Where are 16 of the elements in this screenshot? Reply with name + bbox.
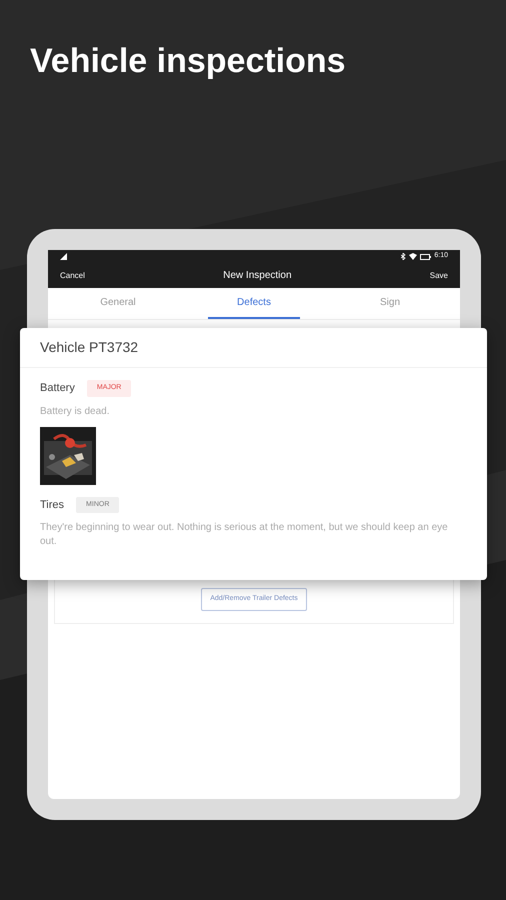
bluetooth-icon xyxy=(401,253,406,260)
save-button[interactable]: Save xyxy=(430,270,448,282)
signal-icon xyxy=(60,253,67,260)
defect-name: Battery xyxy=(40,381,75,396)
wifi-icon xyxy=(409,253,418,260)
screen-title: New Inspection xyxy=(223,269,292,283)
defect-note: They're beginning to wear out. Nothing is serious at the moment, but we should keep an eye out. xyxy=(40,521,449,549)
battery-icon xyxy=(420,254,432,260)
card-title: Vehicle PT3732 xyxy=(40,338,138,357)
tab[interactable]: General xyxy=(72,288,164,318)
headline: Vehicle inspections xyxy=(30,41,346,82)
tab[interactable]: Defects xyxy=(208,288,300,318)
cancel-button[interactable]: Cancel xyxy=(60,270,85,282)
defect-note: Battery is dead. xyxy=(40,404,110,418)
defect-name: Tires xyxy=(40,498,64,512)
tab[interactable]: Sign xyxy=(344,288,436,318)
